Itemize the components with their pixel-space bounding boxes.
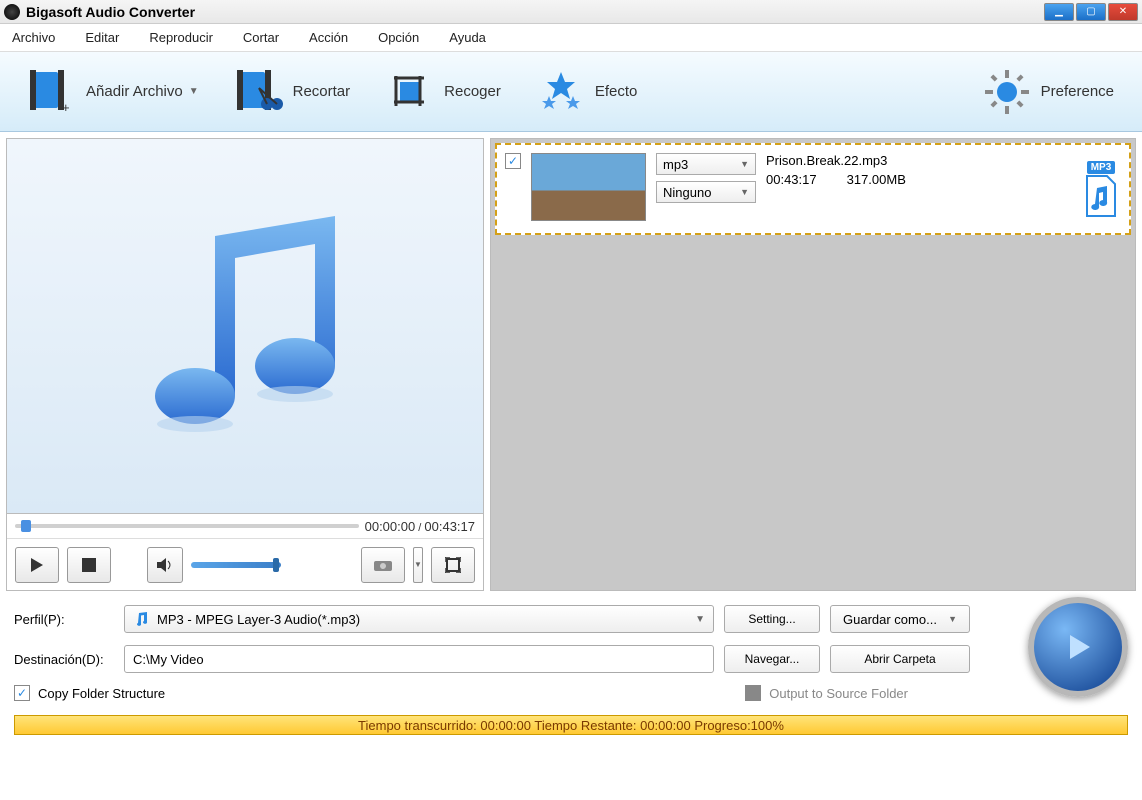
setting-button[interactable]: Setting... xyxy=(724,605,820,633)
destination-label: Destinación(D): xyxy=(14,652,114,667)
titlebar: Bigasoft Audio Converter ▁ ▢ ✕ xyxy=(0,0,1142,24)
format-dropdown[interactable]: mp3▼ xyxy=(656,153,756,175)
add-file-button[interactable]: + Añadir Archivo ▼ xyxy=(20,64,207,120)
menu-reproducir[interactable]: Reproducir xyxy=(149,30,213,45)
file-checkbox[interactable]: ✓ xyxy=(505,153,521,169)
trim-label: Recortar xyxy=(293,83,351,100)
app-icon xyxy=(4,4,20,20)
preference-button[interactable]: Preference xyxy=(975,64,1122,120)
time-display: 00:00:00 / 00:43:17 xyxy=(365,519,475,534)
status-bar: Tiempo transcurrido: 00:00:00 Tiempo Res… xyxy=(14,715,1128,735)
profile-dropdown[interactable]: MP3 - MPEG Layer-3 Audio(*.mp3) ▼ xyxy=(124,605,714,633)
seek-slider-row: 00:00:00 / 00:43:17 xyxy=(7,514,483,538)
trim-button[interactable]: Recortar xyxy=(227,64,359,120)
file-thumbnail xyxy=(531,153,646,221)
toolbar: + Añadir Archivo ▼ Recortar Recoger Efec… xyxy=(0,52,1142,132)
stop-button[interactable] xyxy=(67,547,111,583)
app-title: Bigasoft Audio Converter xyxy=(26,4,1044,20)
seek-slider[interactable] xyxy=(15,524,359,528)
menu-cortar[interactable]: Cortar xyxy=(243,30,279,45)
add-file-label: Añadir Archivo xyxy=(86,83,183,100)
menubar: Archivo Editar Reproducir Cortar Acción … xyxy=(0,24,1142,52)
file-name: Prison.Break.22.mp3 xyxy=(766,153,906,168)
main-area: 00:00:00 / 00:43:17 ▼ ✓ mp3▼ Ninguno▼ xyxy=(0,132,1142,597)
effect-icon xyxy=(537,68,585,116)
effect-button[interactable]: Efecto xyxy=(529,64,646,120)
svg-text:+: + xyxy=(62,100,70,115)
preview-canvas xyxy=(7,139,483,513)
music-icon xyxy=(133,610,151,628)
add-file-icon: + xyxy=(28,68,76,116)
menu-archivo[interactable]: Archivo xyxy=(12,30,55,45)
menu-editar[interactable]: Editar xyxy=(85,30,119,45)
volume-button[interactable] xyxy=(147,547,183,583)
menu-opcion[interactable]: Opción xyxy=(378,30,419,45)
crop-button[interactable]: Recoger xyxy=(378,64,509,120)
file-size: 317.00MB xyxy=(847,172,906,187)
crop-label: Recoger xyxy=(444,83,501,100)
file-list[interactable]: ✓ mp3▼ Ninguno▼ Prison.Break.22.mp3 00:4… xyxy=(490,138,1136,591)
player-controls: ▼ xyxy=(7,538,483,590)
snapshot-button[interactable] xyxy=(361,547,405,583)
preference-label: Preference xyxy=(1041,83,1114,100)
browse-button[interactable]: Navegar... xyxy=(724,645,820,673)
gear-icon xyxy=(983,68,1031,116)
menu-ayuda[interactable]: Ayuda xyxy=(449,30,486,45)
file-duration: 00:43:17 xyxy=(766,172,817,187)
close-button[interactable]: ✕ xyxy=(1108,3,1138,21)
profile-label: Perfil(P): xyxy=(14,612,114,627)
dropdown-arrow-icon: ▼ xyxy=(189,86,199,97)
file-type-badge: MP3 xyxy=(1081,161,1121,218)
menu-accion[interactable]: Acción xyxy=(309,30,348,45)
crop-icon xyxy=(386,68,434,116)
bottom-panel: Perfil(P): MP3 - MPEG Layer-3 Audio(*.mp… xyxy=(0,597,1142,743)
play-button[interactable] xyxy=(15,547,59,583)
music-note-icon xyxy=(115,196,375,456)
effect-label: Efecto xyxy=(595,83,638,100)
save-as-button[interactable]: Guardar como...▼ xyxy=(830,605,970,633)
destination-field[interactable]: C:\My Video xyxy=(124,645,714,673)
volume-slider[interactable] xyxy=(191,562,281,568)
fullscreen-button[interactable] xyxy=(431,547,475,583)
minimize-button[interactable]: ▁ xyxy=(1044,3,1074,21)
effect-dropdown[interactable]: Ninguno▼ xyxy=(656,181,756,203)
convert-button[interactable] xyxy=(1028,597,1128,697)
preview-panel: 00:00:00 / 00:43:17 ▼ xyxy=(6,138,484,591)
snapshot-dropdown[interactable]: ▼ xyxy=(413,547,423,583)
copy-structure-checkbox[interactable]: ✓ Copy Folder Structure xyxy=(14,685,165,701)
trim-icon xyxy=(235,68,283,116)
file-row[interactable]: ✓ mp3▼ Ninguno▼ Prison.Break.22.mp3 00:4… xyxy=(495,143,1131,235)
maximize-button[interactable]: ▢ xyxy=(1076,3,1106,21)
output-source-checkbox[interactable]: ✓ Output to Source Folder xyxy=(745,685,908,701)
open-folder-button[interactable]: Abrir Carpeta xyxy=(830,645,970,673)
